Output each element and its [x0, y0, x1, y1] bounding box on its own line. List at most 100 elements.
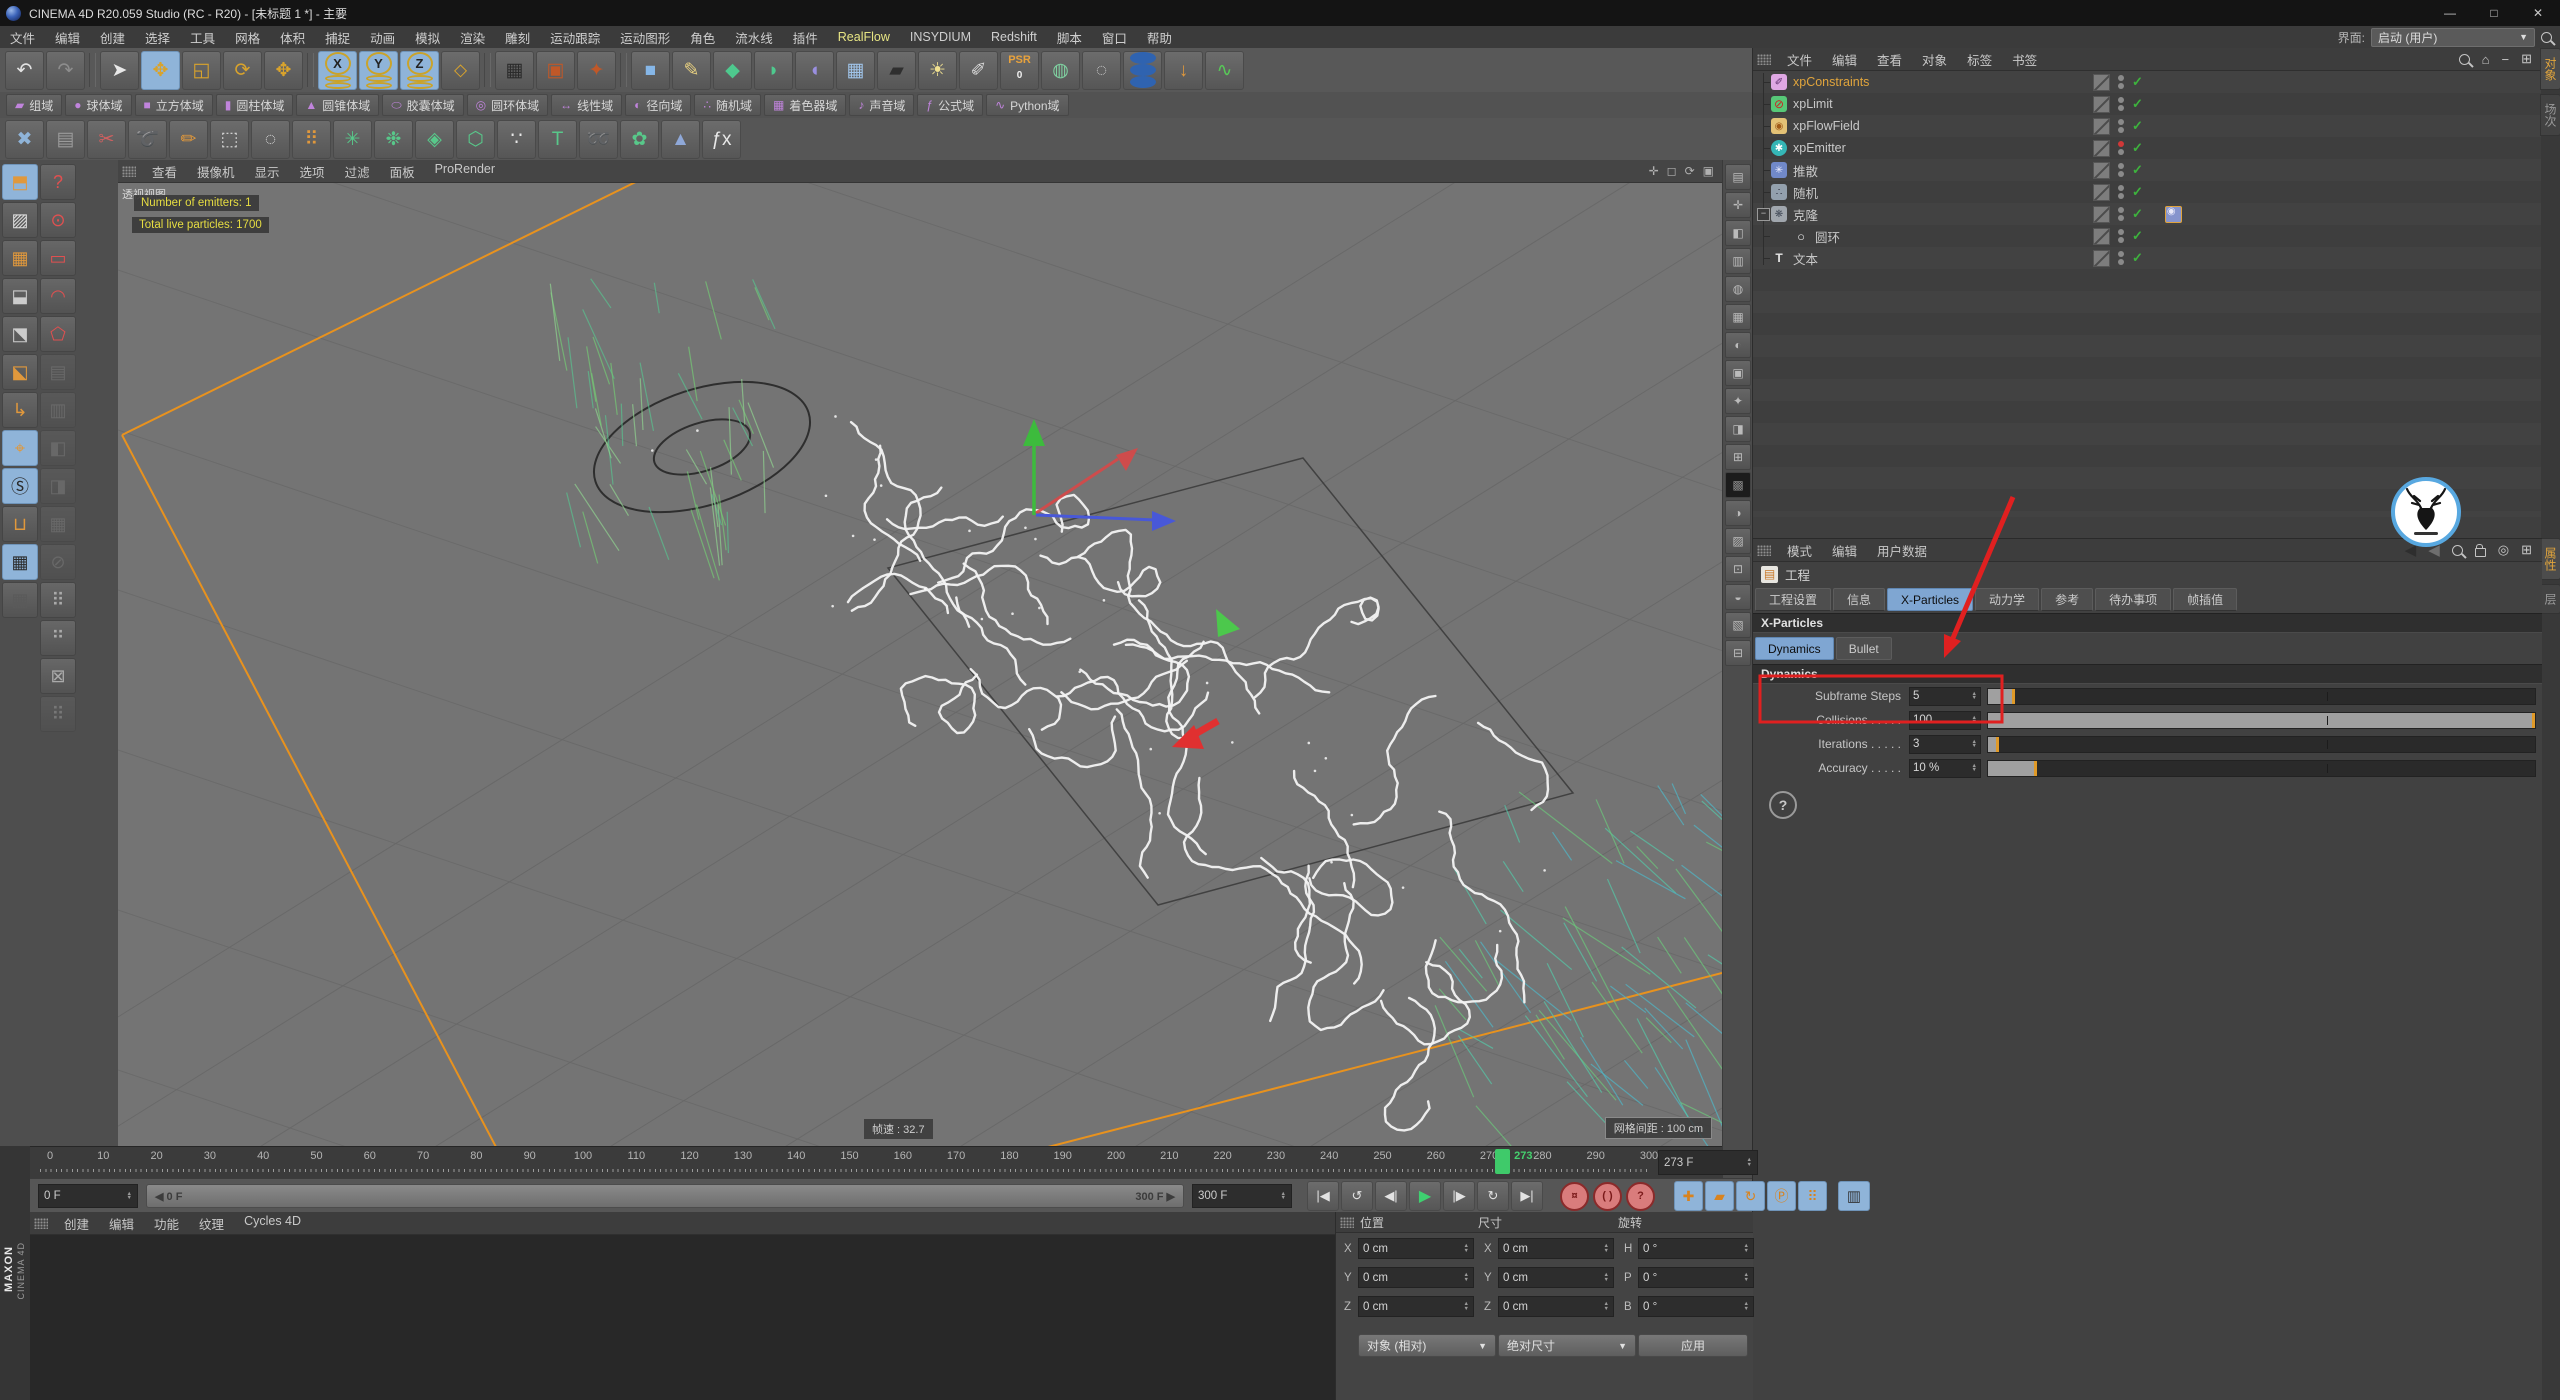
menu-item[interactable]: 插件 — [783, 28, 828, 47]
tool-button[interactable]: ◠ — [40, 278, 76, 314]
enabled-checkmark[interactable]: ✓ — [2132, 250, 2143, 266]
toolbar-button[interactable]: ◌ — [1082, 50, 1121, 90]
am-tab[interactable]: 参考 — [2041, 588, 2094, 611]
menu-item[interactable]: 网格 — [225, 28, 270, 47]
field-button[interactable]: ● 球体域 — [65, 94, 132, 116]
tool-button[interactable]: ⬠ — [40, 316, 76, 352]
toolbar-button[interactable] — [307, 53, 314, 87]
render-visibility-dot[interactable] — [2118, 193, 2124, 199]
field-button[interactable]: ■ 立方体域 — [134, 94, 213, 116]
object-row[interactable]: − xpEmitter ✓ — [1753, 137, 2542, 159]
om-menu-item[interactable]: 文件 — [1777, 50, 1822, 69]
am-tab[interactable]: 待办事项 — [2095, 588, 2172, 611]
viewport-menu-item[interactable]: ProRender — [425, 162, 505, 181]
visibility-dots[interactable] — [2118, 185, 2124, 199]
editor-visibility-dot[interactable] — [2118, 229, 2124, 235]
toolbar-button[interactable]: ⟳ — [223, 50, 262, 90]
toolbar-button[interactable]: Z — [400, 50, 439, 90]
material-menu-item[interactable]: 纹理 — [189, 1214, 234, 1233]
object-name[interactable]: xpEmitter — [1793, 141, 1846, 155]
menu-item[interactable]: 角色 — [680, 28, 725, 47]
mograph-button[interactable]: ✂ — [87, 119, 126, 159]
visibility-dots[interactable] — [2118, 141, 2124, 155]
enabled-checkmark[interactable]: ✓ — [2132, 162, 2143, 178]
menu-item[interactable]: 捕捉 — [315, 28, 360, 47]
range-start-field[interactable]: 0 F ▲ ▼ — [38, 1184, 138, 1208]
layer-badge[interactable] — [2093, 205, 2110, 223]
viewport-canvas[interactable]: 透视视图 Number of emitters: 1 Total live pa… — [118, 183, 1722, 1146]
om-menu-item[interactable]: 对象 — [1912, 50, 1957, 69]
spinner-icon[interactable]: ▲ ▼ — [1972, 739, 1977, 749]
toolbar-button[interactable] — [484, 53, 491, 87]
coordinate-field[interactable]: 0 cm ▲ ▼ — [1498, 1238, 1614, 1259]
toolbar-button[interactable]: ∿ — [1205, 50, 1244, 90]
panel-grip[interactable] — [122, 165, 136, 177]
transport-button[interactable]: ▶ — [1409, 1181, 1441, 1211]
om-menu-item[interactable]: 书签 — [2002, 50, 2047, 69]
om-menu-item[interactable]: 查看 — [1867, 50, 1912, 69]
viewport-view-icons[interactable]: ✛ ◻ ⟳ ▣ — [1649, 164, 1722, 178]
mograph-button[interactable]: ✿ — [620, 119, 659, 159]
am-tab[interactable]: 动力学 — [1975, 588, 2040, 611]
toolbar-button[interactable]: Y — [359, 50, 398, 90]
mode-button[interactable]: Ⓢ — [2, 468, 38, 504]
enabled-checkmark[interactable]: ✓ — [2132, 228, 2143, 244]
coordinate-field[interactable]: 0 ° ▲ ▼ — [1638, 1238, 1754, 1259]
object-row[interactable]: − 文本 ✓ — [1753, 247, 2542, 269]
search-icon[interactable] — [2451, 544, 2463, 556]
mograph-tag-icon[interactable] — [2164, 205, 2182, 223]
record-button[interactable]: ¤ — [1560, 1181, 1589, 1211]
mograph-button[interactable]: ✳ — [333, 119, 372, 159]
menu-item[interactable]: 编辑 — [45, 28, 90, 47]
help-button[interactable]: ? — [1769, 791, 1797, 819]
toolbar-button[interactable]: ☀ — [918, 50, 957, 90]
visibility-dots[interactable] — [2118, 163, 2124, 177]
material-menu-item[interactable]: 编辑 — [99, 1214, 144, 1233]
search-icon[interactable] — [2458, 53, 2470, 65]
toolbar-button[interactable]: ■ — [631, 50, 670, 90]
visibility-dots[interactable] — [2118, 75, 2124, 89]
render-visibility-dot[interactable] — [2118, 215, 2124, 221]
coordinate-field[interactable]: 0 ° ▲ ▼ — [1638, 1267, 1754, 1288]
palette-button[interactable]: ✛ — [1725, 192, 1751, 218]
spinner-icon[interactable]: ▲ ▼ — [1972, 691, 1977, 701]
layer-badge[interactable] — [2093, 161, 2110, 179]
tool-button[interactable]: ⊠ — [40, 658, 76, 694]
transport-button[interactable]: ↻ — [1477, 1181, 1509, 1211]
om-menu-item[interactable]: 编辑 — [1822, 50, 1867, 69]
object-row[interactable]: − xpFlowField ✓ — [1753, 115, 2542, 137]
spinner-icon[interactable]: ▲ ▼ — [1972, 715, 1977, 725]
tool-button[interactable]: ▭ — [40, 240, 76, 276]
toolbar-button[interactable]: X — [318, 50, 357, 90]
mograph-button[interactable]: ⬚ — [210, 119, 249, 159]
history-back-icon[interactable]: ◀ — [2405, 541, 2417, 559]
object-name[interactable]: 推散 — [1793, 161, 1818, 180]
layout-select[interactable]: 启动 (用户) ▼ — [2371, 27, 2535, 47]
toolbar-button[interactable]: ↓ — [1164, 50, 1203, 90]
toolbar-button[interactable]: ➤ — [100, 50, 139, 90]
size-mode-dropdown[interactable]: 绝对尺寸 ▼ — [1498, 1334, 1636, 1357]
am-tab[interactable]: X-Particles — [1887, 588, 1974, 611]
menu-item[interactable]: RealFlow — [828, 30, 900, 44]
render-visibility-dot[interactable] — [2118, 171, 2124, 177]
history-forward-icon[interactable]: ◀ — [2428, 541, 2440, 559]
coordinate-field[interactable]: 0 cm ▲ ▼ — [1358, 1267, 1474, 1288]
keying-toggle[interactable]: ▰ — [1705, 1181, 1734, 1211]
viewport-menu-item[interactable]: 显示 — [245, 162, 290, 181]
transport-button[interactable]: |▶ — [1443, 1181, 1475, 1211]
current-frame-field[interactable]: 273 F ▲ ▼ — [1658, 1150, 1758, 1175]
render-visibility-dot[interactable] — [2118, 127, 2124, 133]
layer-badge[interactable] — [2093, 117, 2110, 135]
menu-item[interactable]: 帮助 — [1137, 28, 1182, 47]
palette-button[interactable]: ◒ — [1725, 584, 1751, 610]
object-row[interactable]: − 圆环 ✓ — [1753, 225, 2542, 247]
menu-item[interactable]: 脚本 — [1047, 28, 1092, 47]
am-menu-item[interactable]: 模式 — [1777, 541, 1822, 560]
parameter-slider[interactable] — [1987, 687, 2536, 705]
toolbar-button[interactable]: ◗ — [754, 50, 793, 90]
dock-tab[interactable]: 场次 — [2540, 94, 2560, 136]
spinner-icon[interactable]: ▲ ▼ — [1972, 763, 1977, 773]
mograph-button[interactable]: ➿ — [579, 119, 618, 159]
mograph-button[interactable]: T — [538, 119, 577, 159]
editor-visibility-dot[interactable] — [2118, 163, 2124, 169]
